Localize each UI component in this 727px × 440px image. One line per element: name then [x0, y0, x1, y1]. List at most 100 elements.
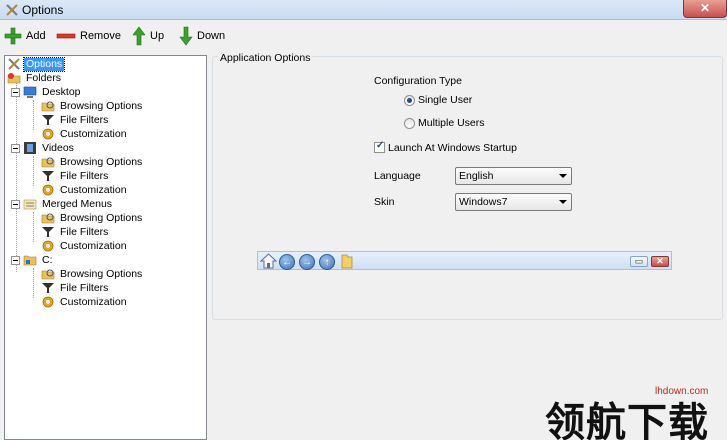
- tree-node-label: Options: [22, 56, 66, 72]
- home-icon: [260, 253, 277, 269]
- remove-button[interactable]: Remove: [56, 25, 121, 47]
- tree-guide: [16, 76, 17, 272]
- tree-node-options[interactable]: Options: [7, 56, 66, 72]
- multiple-users-radio[interactable]: [404, 118, 415, 129]
- options-tree[interactable]: Options Folders Desktop Browsing Options…: [4, 55, 207, 440]
- merged-menus-icon: [23, 199, 37, 210]
- tree-node-label: C:: [42, 253, 53, 266]
- up-label: Up: [150, 30, 165, 42]
- single-user-radio[interactable]: [404, 95, 415, 106]
- language-value: English: [459, 170, 494, 182]
- remove-label: Remove: [80, 30, 121, 42]
- restore-icon: ▭: [630, 256, 648, 267]
- tree-node-customization[interactable]: Customization: [41, 295, 129, 309]
- tree-guide: [33, 100, 34, 130]
- tree-node-browsing-options[interactable]: Browsing Options: [41, 155, 144, 169]
- tree-node-customization[interactable]: Customization: [41, 183, 129, 197]
- plus-icon: [4, 27, 22, 45]
- tree-node-merged-menus[interactable]: Merged Menus: [23, 197, 114, 211]
- title-bar: Options ✕: [0, 0, 727, 20]
- file-filters-icon: [42, 115, 54, 125]
- videos-icon: [24, 142, 36, 154]
- tree-guide: [33, 268, 34, 298]
- tree-node-file-filters[interactable]: File Filters: [41, 225, 110, 239]
- tree-node-label: Folders: [26, 71, 62, 84]
- file-filters-icon: [42, 171, 54, 181]
- down-button[interactable]: Down: [179, 25, 225, 47]
- up-button[interactable]: Up: [132, 25, 164, 47]
- down-label: Down: [197, 30, 226, 42]
- desktop-icon: [23, 86, 37, 98]
- arrow-up-icon: [132, 26, 146, 46]
- add-button[interactable]: Add: [4, 25, 46, 47]
- tree-node-drive-c[interactable]: C:: [23, 253, 55, 267]
- tree-node-label: Customization: [60, 183, 127, 196]
- tree-node-videos[interactable]: Videos: [23, 141, 76, 155]
- tree-node-folders[interactable]: Folders: [7, 71, 63, 85]
- tree-node-label: Desktop: [42, 85, 81, 98]
- launch-startup-label[interactable]: Launch At Windows Startup: [388, 142, 517, 154]
- tree-node-file-filters[interactable]: File Filters: [41, 113, 110, 127]
- group-title: Application Options: [218, 52, 313, 64]
- tree-node-label: File Filters: [60, 169, 109, 182]
- skin-value: Windows7: [459, 196, 508, 208]
- tree-node-label: Browsing Options: [60, 267, 143, 280]
- tree-node-customization[interactable]: Customization: [41, 127, 129, 141]
- tree-node-label: Customization: [60, 239, 127, 252]
- skin-select[interactable]: Windows7: [455, 193, 572, 211]
- file-filters-icon: [42, 227, 54, 237]
- tree-node-label: File Filters: [60, 281, 109, 294]
- tree-node-browsing-options[interactable]: Browsing Options: [41, 99, 144, 113]
- tree-guide: [33, 212, 34, 242]
- file-filters-icon: [42, 283, 54, 293]
- forward-icon: →: [299, 254, 315, 270]
- tree-expander[interactable]: [11, 256, 20, 265]
- browsing-options-icon: [41, 269, 55, 280]
- launch-startup-checkbox[interactable]: [374, 140, 385, 153]
- config-type-label: Configuration Type: [374, 75, 462, 87]
- tree-node-label: Browsing Options: [60, 155, 143, 168]
- chevron-down-icon: [559, 174, 567, 178]
- skin-label: Skin: [374, 196, 395, 208]
- tree-expander[interactable]: [11, 144, 20, 153]
- tree-node-file-filters[interactable]: File Filters: [41, 281, 110, 295]
- tree-node-label: Browsing Options: [60, 99, 143, 112]
- window-title: Options: [22, 3, 64, 17]
- toolbar: Add Remove Up Down: [0, 21, 727, 51]
- multiple-users-label[interactable]: Multiple Users: [418, 117, 485, 129]
- tree-node-label: Merged Menus: [42, 197, 113, 210]
- customization-icon: [42, 296, 54, 308]
- browsing-options-icon: [41, 157, 55, 168]
- tree-guide: [33, 156, 34, 186]
- browsing-options-icon: [41, 101, 55, 112]
- language-label: Language: [374, 170, 421, 182]
- tree-node-label: Customization: [60, 295, 127, 308]
- close-icon: ✕: [699, 1, 711, 15]
- add-label: Add: [26, 30, 46, 42]
- customization-icon: [42, 128, 54, 140]
- options-tools-icon: [8, 58, 20, 70]
- close-icon: ✕: [651, 256, 669, 267]
- customization-icon: [42, 240, 54, 252]
- browsing-options-icon: [41, 213, 55, 224]
- single-user-label[interactable]: Single User: [418, 94, 472, 106]
- tree-node-desktop[interactable]: Desktop: [23, 85, 83, 99]
- tree-node-label: File Filters: [60, 225, 109, 238]
- window-close-button[interactable]: ✕: [683, 0, 727, 18]
- chevron-down-icon: [559, 200, 567, 204]
- arrow-down-icon: [179, 26, 193, 46]
- folders-icon: [7, 73, 21, 84]
- drive-icon: [23, 255, 37, 266]
- skin-preview-bar: ← → ↑ ▭ ✕: [257, 251, 672, 270]
- tree-node-customization[interactable]: Customization: [41, 239, 129, 253]
- tree-expander[interactable]: [11, 88, 20, 97]
- tree-expander[interactable]: [11, 200, 20, 209]
- customization-icon: [42, 184, 54, 196]
- language-select[interactable]: English: [455, 167, 572, 185]
- tree-node-file-filters[interactable]: File Filters: [41, 169, 110, 183]
- tree-node-browsing-options[interactable]: Browsing Options: [41, 267, 144, 281]
- tree-node-label: Customization: [60, 127, 127, 140]
- tree-node-label: Videos: [42, 141, 74, 154]
- tree-node-browsing-options[interactable]: Browsing Options: [41, 211, 144, 225]
- back-icon: ←: [279, 254, 295, 270]
